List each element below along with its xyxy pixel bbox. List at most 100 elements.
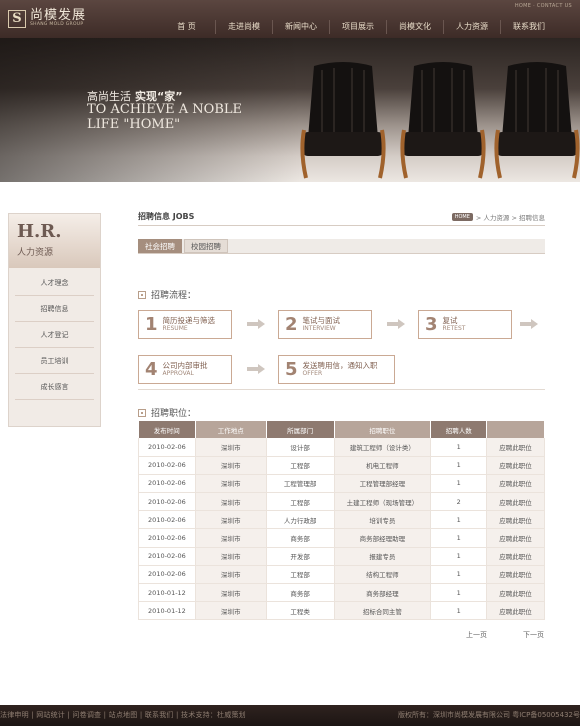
section-bullet-icon xyxy=(138,408,146,417)
cell-date: 2010-02-06 xyxy=(138,547,196,566)
cell-position: 工程管理部经理 xyxy=(334,474,432,494)
step-label-en: OFFER xyxy=(302,370,323,377)
prev-page-link[interactable]: 上一页 xyxy=(466,630,487,640)
process-step-1: 1 简历投递与筛选 RESUME xyxy=(138,310,232,339)
nav-item-home[interactable]: 首 页 xyxy=(158,20,215,34)
cell-location: 深圳市 xyxy=(195,547,267,566)
cell-date: 2010-02-06 xyxy=(138,456,196,475)
cell-department: 商务部 xyxy=(266,528,335,548)
sidebar-item-talent-concept[interactable]: 人才理念 xyxy=(15,270,94,296)
apply-link[interactable]: 应聘此职位 xyxy=(486,456,545,475)
table-row: 2010-02-06 深圳市 工程部 结构工程师 1 应聘此职位 xyxy=(138,565,545,585)
cell-location: 深圳市 xyxy=(195,528,267,548)
step-label-en: RESUME xyxy=(162,325,188,332)
logo-mark-icon: S xyxy=(8,9,26,28)
cell-date: 2010-02-06 xyxy=(138,510,196,530)
logo[interactable]: S 尚模发展 SHANG MOLD GROUP xyxy=(8,9,86,28)
arrow-right-icon xyxy=(247,364,265,374)
banner-slogan-en: TO ACHIEVE A NOBLE LIFE "HOME" xyxy=(87,102,242,132)
apply-link[interactable]: 应聘此职位 xyxy=(486,510,545,530)
nav-item-contact[interactable]: 联系我们 xyxy=(500,20,557,34)
sidebar-item-registration[interactable]: 人才登记 xyxy=(15,322,94,348)
step-label-cn: 简历投递与筛选 xyxy=(162,316,216,325)
content-title-bar: 招聘信息 JOBS HOME > 人力资源 > 招聘信息 xyxy=(138,211,545,226)
table-row: 2010-02-06 深圳市 工程部 土建工程师（现场管理） 2 应聘此职位 xyxy=(138,492,545,512)
table-body: 2010-02-06 深圳市 设计部 建筑工程师（设计类） 1 应聘此职位 2010-02-… xyxy=(138,438,545,621)
footer-copyright: 版权所有：深圳市尚模发展有限公司 粤ICP备05005432号 xyxy=(397,711,580,719)
col-header-department: 所属部门 xyxy=(266,421,335,438)
cell-position: 商务部经理助理 xyxy=(334,528,432,548)
cell-count: 1 xyxy=(430,438,488,457)
tab-social-recruitment[interactable]: 社会招聘 xyxy=(138,239,182,253)
table-row: 2010-01-12 深圳市 商务部 商务部经理 1 应聘此职位 xyxy=(138,583,545,603)
positions-table: 发布时间 工作地点 所属部门 招聘职位 招聘人数 2010-02-06 深圳市 设计… xyxy=(138,421,545,621)
cell-date: 2010-02-06 xyxy=(138,528,196,548)
apply-link[interactable]: 应聘此职位 xyxy=(486,492,545,512)
cell-department: 设计部 xyxy=(266,438,335,457)
next-page-link[interactable]: 下一页 xyxy=(523,630,544,640)
sidebar-item-recruitment[interactable]: 招聘信息 xyxy=(15,296,94,322)
apply-link[interactable]: 应聘此职位 xyxy=(486,601,545,621)
arrow-right-icon xyxy=(247,319,265,329)
nav-item-news[interactable]: 新闻中心 xyxy=(272,20,329,34)
cell-department: 工程管理部 xyxy=(266,474,335,494)
nav-item-projects[interactable]: 项目展示 xyxy=(329,20,386,34)
logo-title: 尚模发展 xyxy=(30,8,87,23)
cell-location: 深圳市 xyxy=(195,510,267,530)
cell-count: 1 xyxy=(430,474,488,494)
cell-count: 2 xyxy=(430,492,488,512)
cell-department: 工程类 xyxy=(266,601,335,621)
apply-link[interactable]: 应聘此职位 xyxy=(486,528,545,548)
step-number: 5 xyxy=(285,358,298,380)
breadcrumb-path: > 人力资源 > 招聘信息 xyxy=(475,214,545,222)
step-number: 1 xyxy=(145,313,158,335)
nav-item-hr[interactable]: 人力资源 xyxy=(443,20,500,34)
arrow-right-icon xyxy=(387,319,405,329)
table-row: 2010-02-06 深圳市 开发部 报建专员 1 应聘此职位 xyxy=(138,547,545,566)
cell-count: 1 xyxy=(430,565,488,585)
tab-campus-recruitment[interactable]: 校园招聘 xyxy=(184,239,228,253)
apply-link[interactable]: 应聘此职位 xyxy=(486,583,545,603)
apply-link[interactable]: 应聘此职位 xyxy=(486,565,545,585)
step-label-cn: 发送聘用信，通知入职 xyxy=(302,361,378,370)
cell-position: 招标合同主管 xyxy=(334,601,432,621)
chair-image-2 xyxy=(400,62,486,179)
table-row: 2010-02-06 深圳市 工程部 机电工程师 1 应聘此职位 xyxy=(138,456,545,475)
cell-position: 商务部经理 xyxy=(334,583,432,603)
apply-link[interactable]: 应聘此职位 xyxy=(486,438,545,457)
positions-title-text: 招聘职位： xyxy=(151,409,197,419)
step-label-cn: 公司内部审批 xyxy=(162,361,208,370)
footer-links[interactable]: 法律申明 | 网站统计 | 问卷调查 | 站点地图 | 联系我们 | 技术支持：… xyxy=(0,705,246,726)
cell-position: 机电工程师 xyxy=(334,456,432,475)
apply-link[interactable]: 应聘此职位 xyxy=(486,547,545,566)
footer: 法律申明 | 网站统计 | 问卷调查 | 站点地图 | 联系我们 | 技术支持：… xyxy=(0,705,580,726)
cell-date: 2010-02-06 xyxy=(138,474,196,494)
top-links[interactable]: HOME · CONTACT US xyxy=(515,3,572,9)
nav-item-culture[interactable]: 尚模文化 xyxy=(386,20,443,34)
step-number: 3 xyxy=(425,313,438,335)
cell-department: 工程部 xyxy=(266,456,335,475)
cell-date: 2010-01-12 xyxy=(138,583,196,603)
step-label-en: RETEST xyxy=(442,325,466,332)
nav-item-about[interactable]: 走进尚模 xyxy=(215,20,272,34)
cell-location: 深圳市 xyxy=(195,438,267,457)
sidebar-item-training[interactable]: 员工培训 xyxy=(15,348,94,374)
cell-date: 2010-02-06 xyxy=(138,565,196,585)
cell-count: 1 xyxy=(430,601,488,621)
cell-location: 深圳市 xyxy=(195,474,267,494)
cell-date: 2010-02-06 xyxy=(138,438,196,457)
step-number: 2 xyxy=(285,313,298,335)
process-step-5: 5 发送聘用信，通知入职 OFFER xyxy=(278,355,395,384)
cell-date: 2010-02-06 xyxy=(138,492,196,512)
logo-subtitle: SHANG MOLD GROUP xyxy=(30,22,84,27)
sidebar-item-testimonials[interactable]: 成长感言 xyxy=(15,374,94,400)
cell-department: 开发部 xyxy=(266,547,335,566)
breadcrumb: HOME > 人力资源 > 招聘信息 xyxy=(451,212,545,222)
cell-position: 报建专员 xyxy=(334,547,432,566)
banner-slogan-en-line1: TO ACHIEVE A NOBLE xyxy=(87,102,242,117)
breadcrumb-home[interactable]: HOME xyxy=(451,213,473,221)
cell-position: 建筑工程师（设计类） xyxy=(334,438,432,457)
col-header-action xyxy=(486,421,545,438)
apply-link[interactable]: 应聘此职位 xyxy=(486,474,545,494)
cell-count: 1 xyxy=(430,547,488,566)
